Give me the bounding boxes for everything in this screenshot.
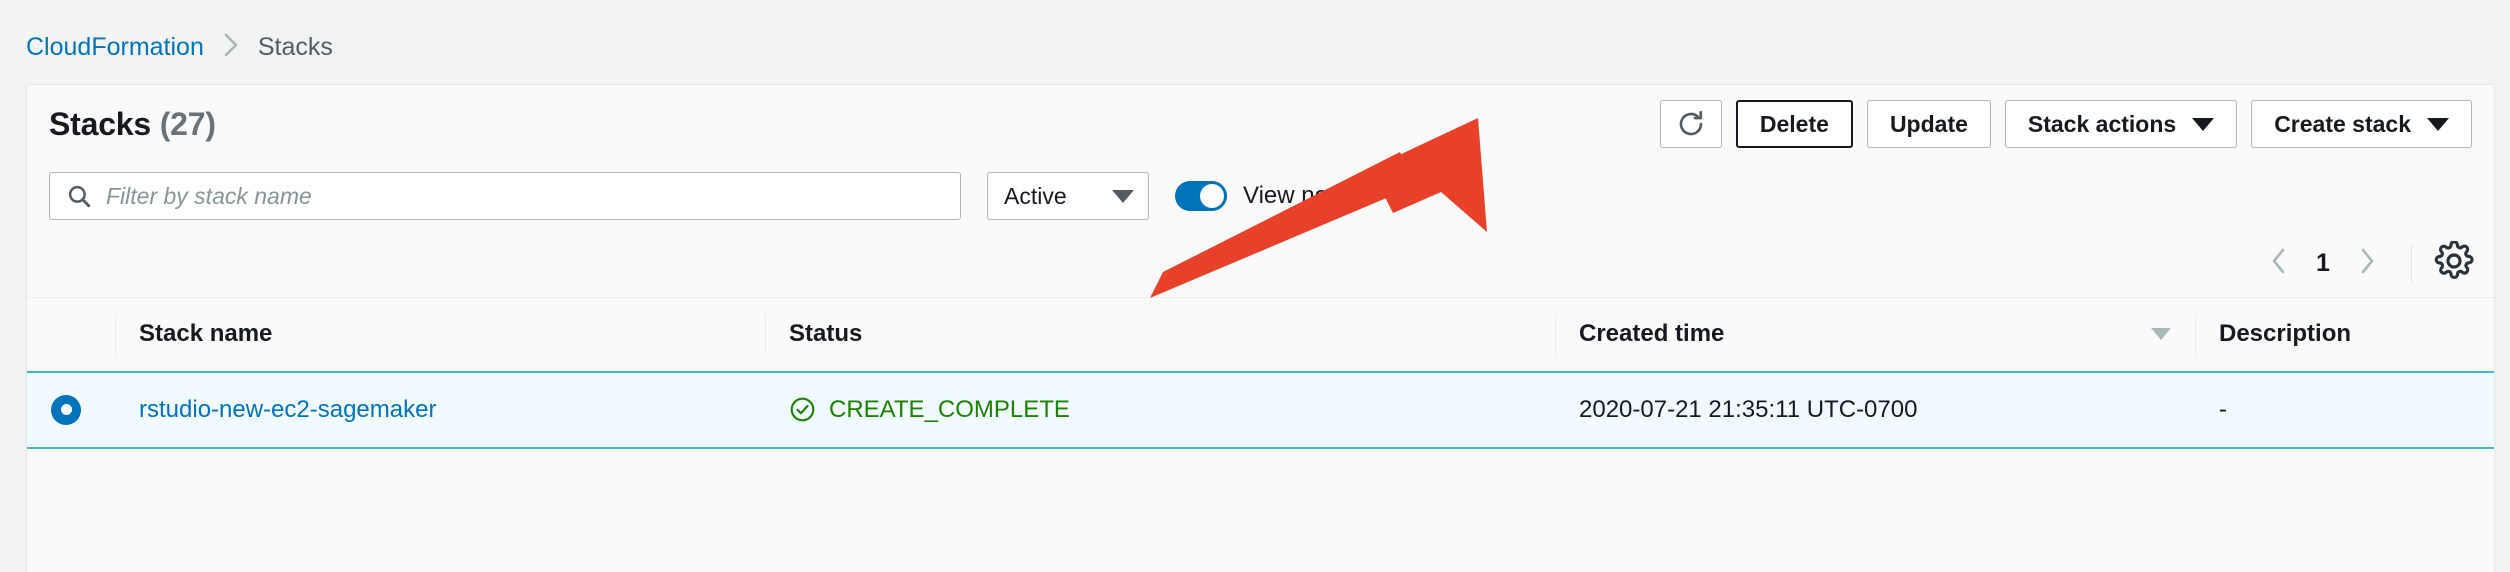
- create-stack-button[interactable]: Create stack: [2251, 100, 2472, 148]
- panel-header: Stacks (27) Delete Update Stack actions …: [27, 85, 2494, 163]
- column-header-stack-name[interactable]: Stack name: [115, 297, 765, 372]
- cell-created-time: 2020-07-21 21:35:11 UTC-0700: [1555, 370, 2195, 449]
- search-input[interactable]: [106, 182, 960, 210]
- table-header-row: Stack name Status Created time Descripti…: [27, 297, 2494, 372]
- stack-actions-label: Stack actions: [2027, 110, 2177, 137]
- delete-button[interactable]: Delete: [1735, 100, 1853, 148]
- row-select-cell[interactable]: [27, 370, 115, 449]
- status-badge: CREATE_COMPLETE: [789, 396, 1531, 424]
- update-button-label: Update: [1889, 110, 1968, 137]
- pagination-prev-button[interactable]: [2255, 240, 2301, 286]
- column-label: Created time: [1579, 320, 1725, 348]
- breadcrumb-item-stacks[interactable]: Stacks: [258, 35, 333, 60]
- delete-button-label: Delete: [1759, 110, 1829, 137]
- view-nested-label: View nested: [1243, 182, 1374, 209]
- stacks-table: Stack name Status Created time Descripti…: [27, 297, 2494, 449]
- check-circle-icon: [789, 396, 816, 423]
- sort-descending-icon[interactable]: [2151, 328, 2171, 341]
- column-divider: [765, 314, 766, 355]
- table-settings-button[interactable]: [2434, 239, 2474, 286]
- pagination-divider: [2411, 244, 2412, 282]
- breadcrumb-item-cloudformation[interactable]: CloudFormation: [26, 35, 204, 60]
- breadcrumb: CloudFormation Stacks: [26, 32, 333, 63]
- chevron-right-icon: [2357, 246, 2379, 281]
- radio-dot: [60, 404, 72, 415]
- column-label: Description: [2219, 320, 2352, 348]
- cloudformation-stacks-page: CloudFormation Stacks Stacks (27) Delete…: [0, 0, 2510, 572]
- pagination: 1: [27, 229, 2494, 297]
- refresh-icon: [1676, 109, 1706, 139]
- cell-description: -: [2195, 370, 2494, 449]
- create-stack-label: Create stack: [2274, 110, 2411, 137]
- column-divider: [1555, 314, 1556, 355]
- row-radio-selected[interactable]: [51, 394, 81, 425]
- column-label: Status: [789, 320, 863, 348]
- update-button[interactable]: Update: [1866, 100, 1991, 148]
- stacks-panel: Stacks (27) Delete Update Stack actions …: [26, 84, 2495, 572]
- chevron-down-icon: [2192, 117, 2215, 131]
- cell-stack-name: rstudio-new-ec2-sagemaker: [115, 370, 765, 449]
- column-label: Stack name: [139, 320, 273, 348]
- refresh-button[interactable]: [1659, 100, 1722, 148]
- chevron-right-icon: [222, 32, 240, 63]
- pagination-next-button[interactable]: [2345, 240, 2391, 286]
- column-header-created-time[interactable]: Created time: [1555, 297, 2195, 372]
- cell-status: CREATE_COMPLETE: [765, 370, 1555, 449]
- column-divider: [2195, 314, 2196, 355]
- filter-row: Active View nested: [27, 163, 2494, 229]
- chevron-down-icon: [2427, 117, 2449, 131]
- gear-icon: [2434, 239, 2474, 285]
- chevron-left-icon: [2267, 246, 2289, 281]
- stacks-count: (27): [159, 105, 216, 142]
- stack-name-link[interactable]: rstudio-new-ec2-sagemaker: [139, 396, 436, 423]
- toggle-knob: [1200, 184, 1224, 208]
- toggle-switch[interactable]: [1175, 181, 1227, 211]
- column-header-select: [27, 297, 115, 372]
- stack-actions-button[interactable]: Stack actions: [2004, 100, 2238, 148]
- status-filter-value: Active: [1004, 182, 1067, 209]
- view-nested-toggle[interactable]: View nested: [1175, 181, 1373, 211]
- pagination-page-1[interactable]: 1: [2301, 249, 2345, 278]
- status-filter-select[interactable]: Active: [987, 172, 1149, 220]
- column-divider: [115, 314, 116, 355]
- chevron-down-icon: [1112, 189, 1134, 203]
- table-row[interactable]: rstudio-new-ec2-sagemaker CREATE_COMPLET…: [27, 370, 2494, 449]
- column-header-description[interactable]: Description: [2195, 297, 2494, 372]
- search-icon: [66, 183, 92, 209]
- page-title: Stacks (27): [49, 106, 216, 143]
- search-box[interactable]: [49, 172, 961, 220]
- column-header-status[interactable]: Status: [765, 297, 1555, 372]
- page-title-text: Stacks: [49, 105, 151, 142]
- status-text: CREATE_COMPLETE: [829, 395, 1070, 423]
- toolbar-actions: Delete Update Stack actions Create stack: [1659, 100, 2472, 148]
